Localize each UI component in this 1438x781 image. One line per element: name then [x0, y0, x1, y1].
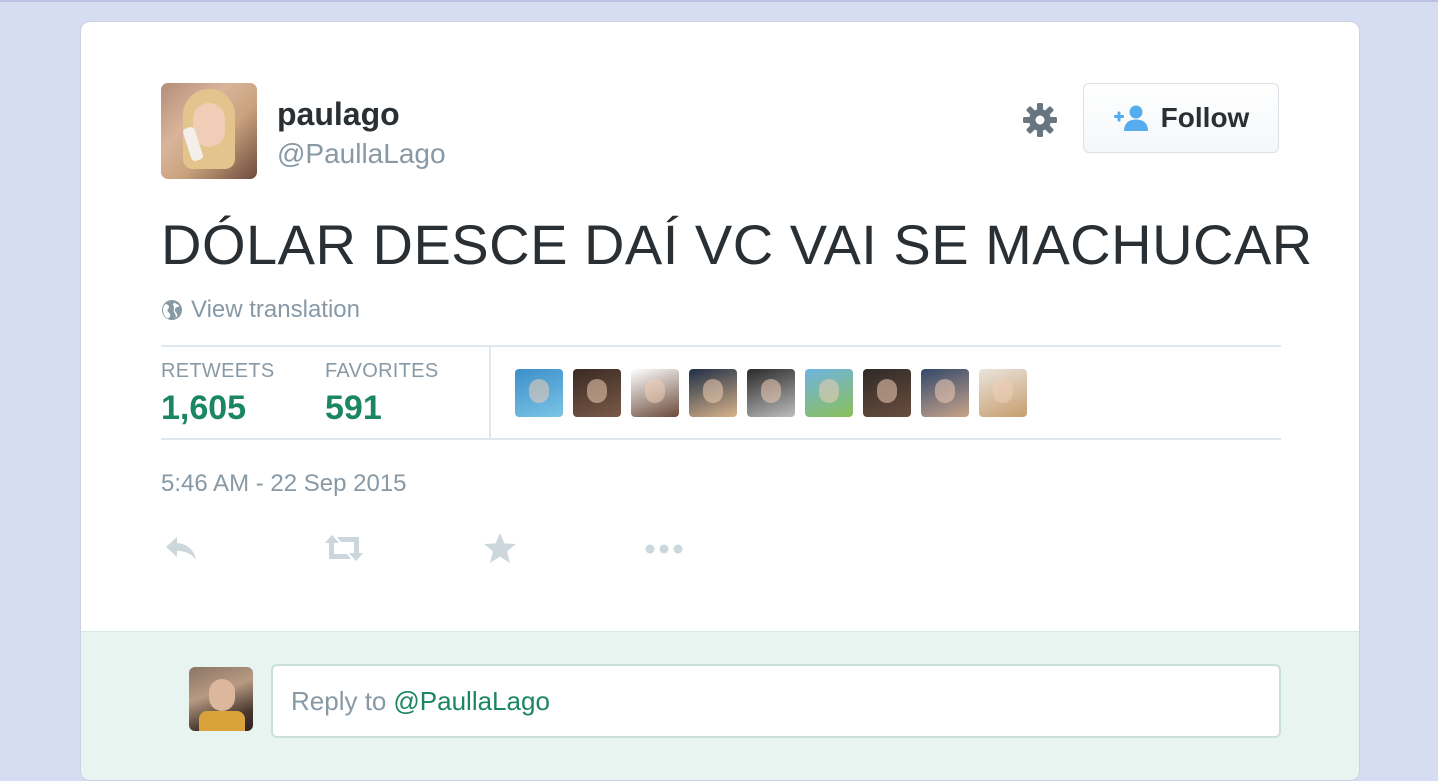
stats-vertical-divider: [489, 346, 491, 440]
reply-icon[interactable]: [163, 532, 199, 564]
tweet-text: DÓLAR DESCE DAÍ VC VAI SE MACHUCAR: [161, 213, 1313, 276]
star-icon[interactable]: [483, 532, 517, 564]
follow-button[interactable]: Follow: [1083, 83, 1279, 153]
add-user-icon: [1113, 105, 1148, 131]
favoriter-avatar[interactable]: [515, 369, 563, 417]
favorites-label: FAVORITES: [325, 360, 439, 382]
favorites-count: 591: [325, 389, 382, 427]
retweets-stat[interactable]: RETWEETS 1,605: [161, 360, 275, 428]
globe-icon: [162, 300, 182, 320]
retweets-label: RETWEETS: [161, 360, 275, 382]
tweet-card: paulago @PaullaLago Follow DÓLAR DESCE D…: [80, 21, 1360, 781]
favoriters-avatars: [515, 369, 1027, 417]
reply-placeholder-prefix: Reply to: [291, 685, 387, 716]
favoriter-avatar[interactable]: [631, 369, 679, 417]
author-display-name[interactable]: paulago: [277, 96, 400, 133]
favoriter-avatar[interactable]: [863, 369, 911, 417]
reply-placeholder-mention: @PaullaLago: [393, 685, 550, 716]
favoriter-avatar[interactable]: [979, 369, 1027, 417]
retweets-count: 1,605: [161, 389, 247, 427]
reply-area: Reply to @PaullaLago: [81, 631, 1359, 780]
view-translation-label: View translation: [191, 296, 360, 323]
tweet-timestamp[interactable]: 5:46 AM - 22 Sep 2015: [161, 470, 407, 498]
favoriter-avatar[interactable]: [805, 369, 853, 417]
reply-input[interactable]: Reply to @PaullaLago: [271, 664, 1281, 738]
author-avatar[interactable]: [161, 83, 257, 179]
window-top-edge: [0, 0, 1438, 2]
current-user-avatar: [189, 667, 253, 731]
favoriter-avatar[interactable]: [921, 369, 969, 417]
stats-top-divider: [161, 345, 1281, 347]
author-screen-name[interactable]: @PaullaLago: [277, 138, 446, 170]
favoriter-avatar[interactable]: [747, 369, 795, 417]
favoriter-avatar[interactable]: [573, 369, 621, 417]
view-translation-link[interactable]: View translation: [161, 296, 360, 324]
stats-bottom-divider: [161, 438, 1281, 440]
retweet-icon[interactable]: [323, 532, 365, 564]
gear-icon[interactable]: [1021, 101, 1059, 139]
favorites-stat[interactable]: FAVORITES 591: [325, 360, 438, 428]
favoriter-avatar[interactable]: [689, 369, 737, 417]
follow-button-label: Follow: [1160, 102, 1250, 133]
more-icon[interactable]: [643, 532, 685, 564]
